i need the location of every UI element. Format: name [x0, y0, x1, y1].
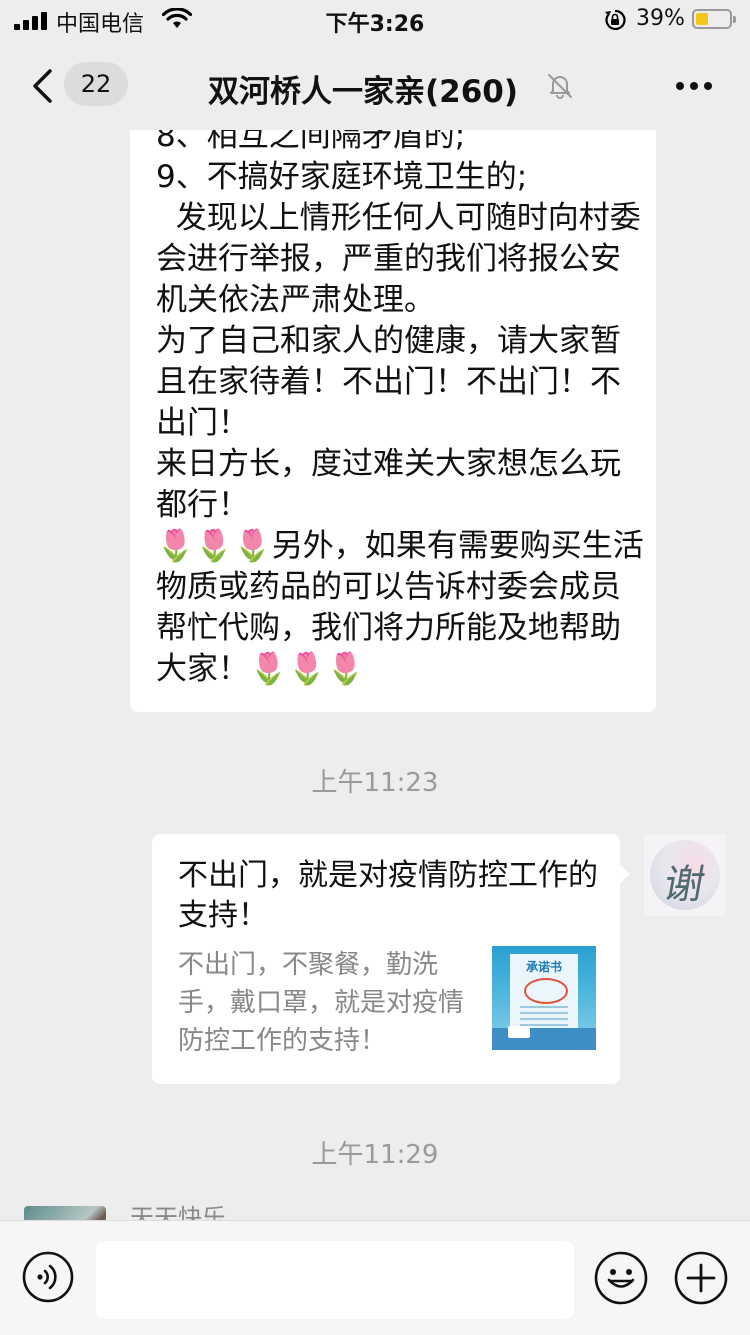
- battery-icon: [692, 9, 736, 29]
- ambulance-icon: [508, 1026, 530, 1038]
- avatar[interactable]: [24, 1206, 106, 1220]
- unread-count-badge: 22: [64, 62, 128, 106]
- link-card-description: 不出门，不聚餐，勤洗手，戴口罩，就是对疫情防控工作的支持！: [178, 950, 465, 1056]
- status-bar: 中国电信 下午3:26 39%: [0, 0, 750, 40]
- message-text: 8、相互之间隔矛盾的; 9、不搞好家庭环境卫生的; 发现以上情形任何人可随时向村…: [156, 130, 644, 687]
- more-options-button[interactable]: [670, 80, 718, 92]
- chat-header: 22 双河桥人一家亲(260): [0, 40, 750, 130]
- message-timestamp: 上午11:29: [311, 1140, 439, 1170]
- link-card-message[interactable]: 不出门，就是对疫情防控工作的支持！ 不出门，不聚餐，勤洗手，戴口罩，就是对疫情防…: [152, 834, 630, 1084]
- voice-icon[interactable]: [22, 1251, 74, 1303]
- emoji-icon[interactable]: [594, 1251, 648, 1305]
- battery-percent: 39%: [636, 6, 685, 31]
- link-card-thumbnail: 承诺书: [492, 946, 596, 1050]
- back-button[interactable]: 22: [24, 58, 134, 112]
- back-chevron-icon: [33, 69, 52, 103]
- message-input[interactable]: [96, 1241, 574, 1319]
- input-bar: [0, 1220, 750, 1335]
- battery-fill: [696, 13, 708, 25]
- thumbnail-title: 承诺书: [525, 960, 562, 974]
- chat-message-list[interactable]: 8、相互之间隔矛盾的; 9、不搞好家庭环境卫生的; 发现以上情形任何人可随时向村…: [0, 130, 750, 1220]
- plus-icon[interactable]: [674, 1251, 728, 1305]
- rotation-lock-icon: [605, 9, 626, 31]
- link-card-title: 不出门，就是对疫情防控工作的支持！: [178, 858, 598, 933]
- message-timestamp: 上午11:23: [311, 768, 439, 798]
- chat-title[interactable]: 双河桥人一家亲(260): [208, 66, 518, 111]
- mute-bell-icon: [548, 74, 572, 99]
- avatar-glyph: 谢: [660, 862, 709, 908]
- message-bubble[interactable]: 8、相互之间隔矛盾的; 9、不搞好家庭环境卫生的; 发现以上情形任何人可随时向村…: [130, 130, 656, 712]
- sender-name: 天天快乐: [130, 1204, 226, 1220]
- avatar[interactable]: 谢: [644, 834, 726, 916]
